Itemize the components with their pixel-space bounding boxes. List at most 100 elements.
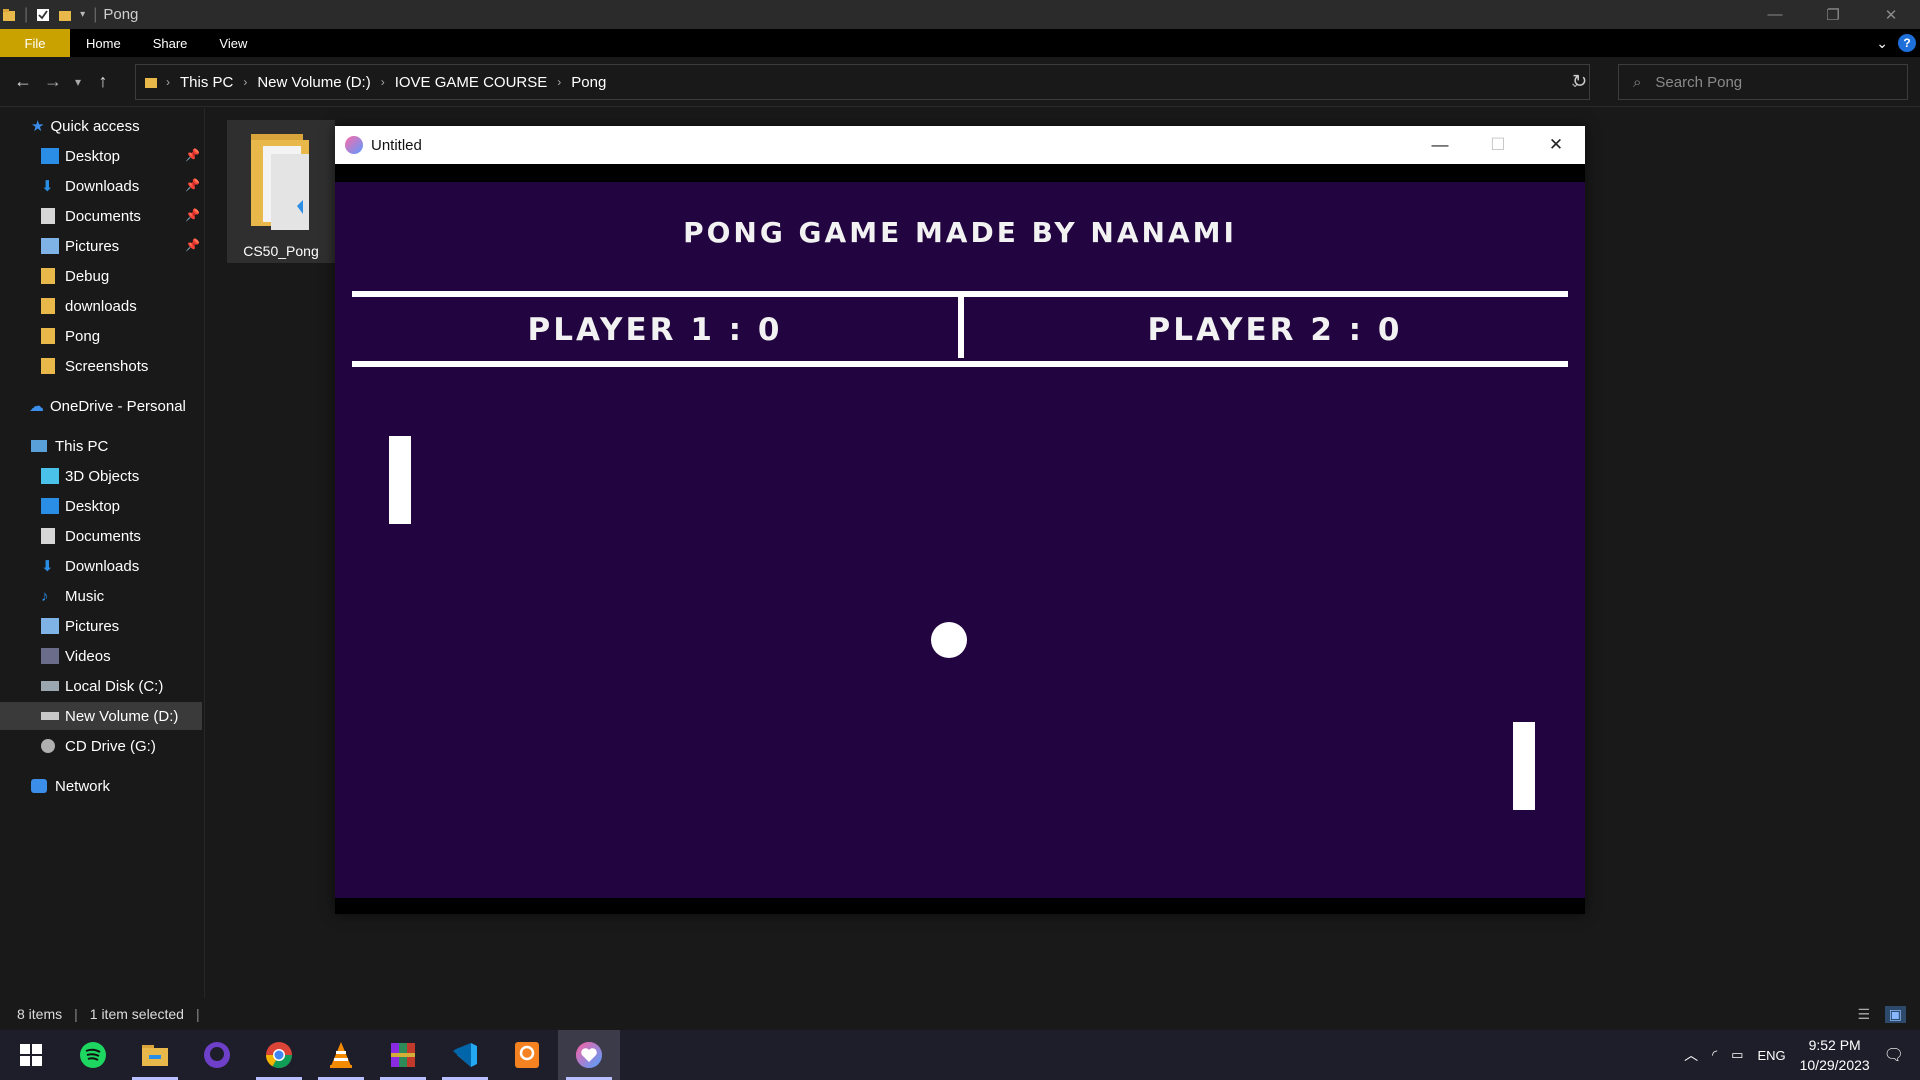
wifi-icon[interactable]: ◜ (1712, 1047, 1717, 1063)
sidebar-item-network[interactable]: Network (31, 772, 110, 800)
tab-file[interactable]: File (0, 29, 70, 57)
taskbar-winrar[interactable] (372, 1030, 434, 1080)
status-separator: | (74, 1006, 78, 1022)
back-arrow-icon[interactable]: ← (8, 71, 38, 92)
help-icon[interactable]: ? (1898, 34, 1916, 52)
cloud-icon: ☁ (29, 398, 44, 415)
taskbar-love2d[interactable] (558, 1030, 620, 1080)
game-maximize-button[interactable]: ☐ (1469, 126, 1527, 164)
game-close-button[interactable]: ✕ (1527, 126, 1585, 164)
sidebar-item-documents[interactable]: Documents (41, 202, 141, 230)
sidebar-item-pong[interactable]: Pong (41, 322, 100, 350)
game-playfield[interactable]: PONG GAME MADE BY NANAMI PLAYER 1 : 0 PL… (335, 182, 1585, 898)
sidebar-item-quick-access[interactable]: ★ Quick access (31, 112, 140, 140)
sidebar-item-downloads-folder[interactable]: downloads (41, 292, 137, 320)
pictures-icon (41, 618, 59, 634)
recent-locations-icon[interactable]: ▾ (68, 75, 88, 89)
forward-arrow-icon[interactable]: → (38, 71, 68, 92)
minimize-button[interactable]: — (1746, 0, 1804, 29)
breadcrumb-pong[interactable]: Pong (571, 74, 606, 91)
game-window-titlebar[interactable]: Untitled — ☐ ✕ (335, 126, 1585, 164)
tab-view[interactable]: View (203, 29, 263, 57)
taskbar-file-explorer[interactable] (124, 1030, 186, 1080)
item-count: 8 items (17, 1006, 63, 1022)
star-icon: ★ (31, 118, 45, 135)
taskbar-github-desktop[interactable] (186, 1030, 248, 1080)
breadcrumb-new-volume[interactable]: New Volume (D:) (257, 74, 370, 91)
notification-icon[interactable]: 🗨 (1884, 1045, 1904, 1065)
sidebar-item-videos[interactable]: Videos (41, 642, 111, 670)
sidebar-item-local-disk[interactable]: Local Disk (C:) (41, 672, 163, 700)
folder-item-cs50-pong[interactable] (227, 120, 335, 263)
player2-score: PLAYER 2 : 0 (1147, 312, 1403, 348)
file-explorer-icon (142, 1045, 168, 1066)
sidebar-item-pc-documents[interactable]: Documents (41, 522, 141, 550)
expand-ribbon-icon[interactable]: ⌄ (1876, 35, 1888, 52)
sidebar-item-cd-drive[interactable]: CD Drive (G:) (41, 732, 156, 760)
sidebar-item-screenshots[interactable]: Screenshots (41, 352, 148, 380)
pin-icon[interactable]: 📌 (185, 238, 200, 252)
sidebar-item-3d-objects[interactable]: 3D Objects (41, 462, 139, 490)
close-button[interactable]: ✕ (1862, 0, 1920, 29)
sidebar-item-desktop[interactable]: Desktop (41, 142, 120, 170)
game-minimize-button[interactable]: — (1411, 126, 1469, 164)
sidebar-item-pc-desktop[interactable]: Desktop (41, 492, 120, 520)
sidebar-item-this-pc[interactable]: This PC (31, 432, 108, 460)
sidebar-item-label: Documents (65, 207, 141, 225)
taskbar-vscode[interactable] (434, 1030, 496, 1080)
sidebar-item-label: Network (55, 777, 111, 795)
system-tray: ︿ ◜ ▭ ENG 9:52 PM 10/29/2023 🗨 (1684, 1030, 1920, 1080)
properties-icon[interactable] (36, 8, 50, 22)
game-window[interactable]: Untitled — ☐ ✕ PONG GAME MADE BY NANAMI … (335, 126, 1585, 914)
customize-toolbar-icon[interactable]: ▾ (80, 9, 85, 20)
pin-icon[interactable]: 📌 (185, 178, 200, 192)
quick-access-toolbar: | ▾ | (0, 0, 97, 29)
sidebar-item-label: downloads (65, 297, 137, 315)
player1-score: PLAYER 1 : 0 (527, 312, 783, 348)
details-view-icon[interactable]: ☰ (1857, 1006, 1870, 1023)
taskbar-pdf-app[interactable] (496, 1030, 558, 1080)
address-box[interactable]: › This PC › New Volume (D:) › IOVE GAME … (135, 64, 1590, 100)
sidebar-item-label: Pictures (65, 617, 120, 635)
sidebar-item-pictures[interactable]: Pictures (41, 232, 119, 260)
folder-icon (41, 298, 55, 314)
sidebar-item-music[interactable]: ♪ Music (41, 582, 104, 610)
breadcrumb-game-course[interactable]: IOVE GAME COURSE (395, 74, 548, 91)
folder-icon (3, 8, 15, 21)
window-title: Pong (103, 6, 139, 23)
cube-icon (41, 468, 59, 484)
score-center-divider (958, 294, 964, 358)
taskbar-spotify[interactable] (62, 1030, 124, 1080)
windows-logo-icon (20, 1044, 42, 1066)
battery-icon[interactable]: ▭ (1731, 1047, 1743, 1063)
search-input[interactable]: ⌕ Search Pong (1618, 64, 1908, 100)
breadcrumb-this-pc[interactable]: This PC (180, 74, 233, 91)
sidebar-item-downloads[interactable]: ⬇ Downloads (41, 172, 139, 200)
sidebar-item-label: Pictures (65, 237, 120, 255)
restore-button[interactable]: ❐ (1804, 0, 1862, 29)
explorer-titlebar: | ▾ | Pong — ❐ ✕ (0, 0, 1920, 29)
sidebar-item-label: Debug (65, 267, 110, 285)
tab-home[interactable]: Home (70, 29, 137, 57)
start-button[interactable] (0, 1030, 62, 1080)
taskbar-chrome[interactable] (248, 1030, 310, 1080)
pin-icon[interactable]: 📌 (185, 148, 200, 162)
sidebar-item-onedrive[interactable]: ☁ OneDrive - Personal (29, 392, 186, 420)
large-icons-view-icon[interactable]: ▣ (1884, 1005, 1906, 1023)
taskbar-vlc[interactable] (310, 1030, 372, 1080)
clock-time: 9:52 PM (1808, 1037, 1861, 1053)
clock[interactable]: 9:52 PM 10/29/2023 (1800, 1035, 1870, 1075)
tab-share[interactable]: Share (137, 29, 204, 57)
download-arrow-icon: ⬇ (41, 178, 54, 195)
up-arrow-icon[interactable]: ↑ (88, 71, 118, 92)
new-folder-icon[interactable] (58, 8, 72, 22)
show-hidden-icons-icon[interactable]: ︿ (1684, 1045, 1698, 1065)
refresh-icon[interactable]: ↻ (1572, 71, 1587, 92)
sidebar-item-pc-pictures[interactable]: Pictures (41, 612, 119, 640)
sidebar-item-debug[interactable]: Debug (41, 262, 109, 290)
sidebar-item-pc-downloads[interactable]: ⬇ Downloads (41, 552, 139, 580)
language-indicator[interactable]: ENG (1757, 1048, 1785, 1063)
pin-icon[interactable]: 📌 (185, 208, 200, 222)
window-controls: — ❐ ✕ (1746, 0, 1920, 29)
sidebar-item-new-volume[interactable]: New Volume (D:) (0, 702, 202, 730)
